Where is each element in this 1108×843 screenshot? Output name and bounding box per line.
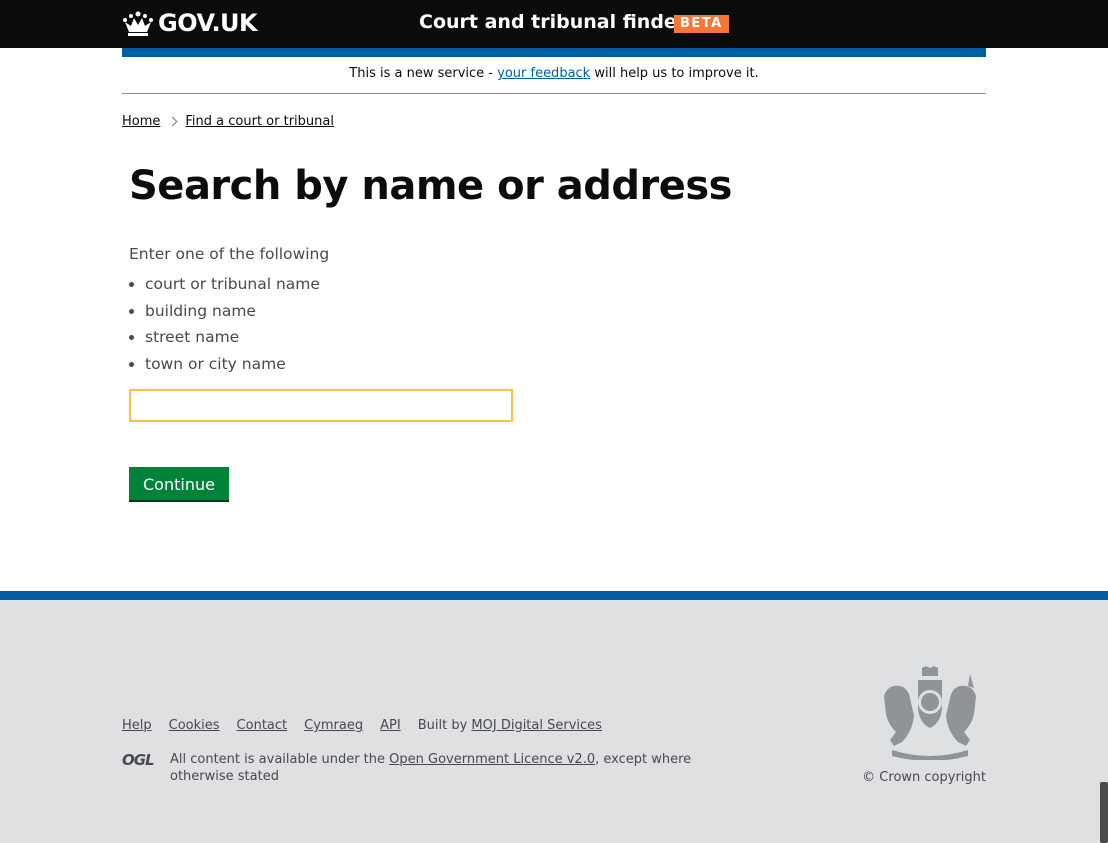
breadcrumb-home[interactable]: Home bbox=[122, 114, 160, 129]
crown-copyright: © Crown copyright bbox=[862, 770, 986, 785]
breadcrumb-find-court[interactable]: Find a court or tribunal bbox=[185, 114, 334, 129]
scrollbar-thumb[interactable] bbox=[1100, 782, 1108, 843]
continue-button[interactable]: Continue bbox=[129, 467, 229, 500]
main-content: Search by name or address Enter one of t… bbox=[122, 163, 986, 500]
header-blue-bar bbox=[122, 48, 986, 57]
list-item: street name bbox=[145, 324, 986, 351]
search-options-list: court or tribunal name building name str… bbox=[129, 271, 986, 377]
phase-tag: BETA bbox=[674, 15, 729, 33]
built-by: Built by MOJ Digital Services bbox=[418, 718, 602, 733]
ogl-logo-icon: OGL bbox=[122, 751, 155, 769]
list-item: town or city name bbox=[145, 351, 986, 378]
feedback-link[interactable]: your feedback bbox=[497, 66, 590, 81]
footer-links: Help Cookies Contact Cymraeg API Built b… bbox=[122, 718, 602, 733]
site-header: GOV.UK Court and tribunal finder BETA bbox=[0, 0, 1108, 48]
footer-link-cookies[interactable]: Cookies bbox=[169, 718, 220, 733]
licence-text: All content is available under the Open … bbox=[170, 751, 742, 785]
built-by-text: Built by bbox=[417, 718, 472, 733]
phase-banner-text-before: This is a new service - bbox=[349, 66, 498, 81]
logo-text: GOV.UK bbox=[158, 9, 258, 37]
search-input[interactable] bbox=[129, 389, 513, 422]
royal-coat-of-arms-icon bbox=[884, 666, 976, 760]
footer-link-help[interactable]: Help bbox=[122, 718, 152, 733]
crown-icon bbox=[123, 11, 153, 36]
chevron-right-icon bbox=[167, 116, 178, 127]
header-container: GOV.UK Court and tribunal finder BETA bbox=[122, 0, 986, 48]
breadcrumb: Home Find a court or tribunal bbox=[122, 94, 986, 129]
footer-link-cymraeg[interactable]: Cymraeg bbox=[304, 718, 363, 733]
site-footer: Help Cookies Contact Cymraeg API Built b… bbox=[0, 591, 1108, 843]
phase-banner-text-after: will help us to improve it. bbox=[590, 66, 759, 81]
footer-container: Help Cookies Contact Cymraeg API Built b… bbox=[122, 600, 986, 843]
phase-banner: This is a new service - your feedback wi… bbox=[122, 57, 986, 94]
list-item: building name bbox=[145, 298, 986, 325]
service-name-link[interactable]: Court and tribunal finder bbox=[419, 11, 686, 33]
ogl-licence-link[interactable]: Open Government Licence v2.0 bbox=[389, 752, 595, 767]
govuk-logo-link[interactable]: GOV.UK bbox=[122, 9, 258, 37]
list-item: court or tribunal name bbox=[145, 271, 986, 298]
footer-link-api[interactable]: API bbox=[380, 718, 401, 733]
footer-link-contact[interactable]: Contact bbox=[237, 718, 288, 733]
licence-info: OGL All content is available under the O… bbox=[122, 751, 742, 785]
search-intro: Enter one of the following bbox=[129, 245, 330, 263]
licence-text-before: All content is available under the bbox=[170, 752, 390, 767]
page-title: Search by name or address bbox=[129, 163, 732, 209]
moj-digital-link[interactable]: MOJ Digital Services bbox=[471, 718, 602, 733]
